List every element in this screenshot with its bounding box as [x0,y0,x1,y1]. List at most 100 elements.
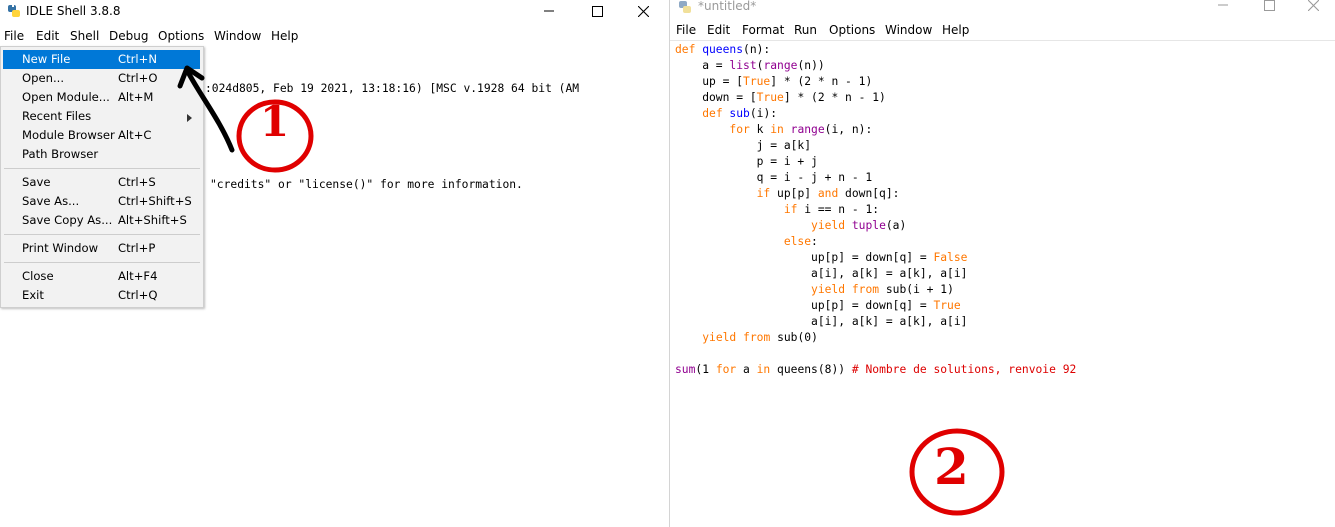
code-token: sub [722,107,750,120]
shell-titlebar[interactable]: IDLE Shell 3.8.8 [0,0,662,22]
menu-item-print-window[interactable]: Print Window Ctrl+P [3,239,200,258]
code-token: True [743,75,771,88]
menu-item-shortcut: Alt+Shift+S [118,213,187,227]
code-line: p = i + j [675,154,1076,170]
close-icon [637,5,649,17]
menu-file[interactable]: File [4,29,24,43]
code-token: : [811,235,818,248]
minimize-button[interactable] [1200,0,1246,16]
menu-options[interactable]: Options [829,23,875,37]
code-token: sum [675,363,696,376]
code-token: a [736,363,757,376]
menu-item-shortcut: Ctrl+Q [118,288,158,302]
menu-window[interactable]: Window [214,29,261,43]
code-line: if up[p] and down[q]: [675,186,1076,202]
code-token: yield [811,283,846,296]
code-line: def queens(n): [675,42,1076,58]
menu-window[interactable]: Window [885,23,932,37]
code-line: else: [675,234,1076,250]
close-icon [1307,0,1319,11]
code-line: yield from sub(0) [675,330,1076,346]
idle-shell-window: IDLE Shell 3.8.8 File Edit Shell Debug O… [0,0,662,527]
menu-item-label: Open... [22,71,65,85]
code-token: tuple [851,219,886,232]
vertical-scrollbar[interactable] [1326,42,1335,527]
code-line: yield from sub(i + 1) [675,282,1076,298]
annotation-label-2: 2 [934,437,969,496]
menu-item-shortcut: Ctrl+P [118,241,156,255]
menu-file[interactable]: File [676,23,696,37]
code-token: (i): [749,107,778,120]
menu-shell[interactable]: Shell [70,29,99,43]
menu-format[interactable]: Format [742,23,784,37]
code-token: from [851,283,880,296]
code-token: a[i], a[k] = a[k], a[i] [675,315,968,328]
python-icon [8,5,20,17]
menu-edit[interactable]: Edit [36,29,59,43]
menu-run[interactable]: Run [794,23,817,37]
menu-help[interactable]: Help [942,23,969,37]
menu-help[interactable]: Help [271,29,298,43]
code-line: def sub(i): [675,106,1076,122]
code-line: yield tuple(a) [675,218,1076,234]
maximize-icon [591,5,603,17]
menu-item-close[interactable]: Close Alt+F4 [3,267,200,286]
editor-menubar: File Edit Format Run Options Window Help [670,21,1335,41]
code-token: a[i], a[k] = a[k], a[i] [675,267,968,280]
code-line: down = [True] * (2 * n - 1) [675,90,1076,106]
code-line: up = [True] * (2 * n - 1) [675,74,1076,90]
menu-item-save-copy-as[interactable]: Save Copy As... Alt+Shift+S [3,211,200,230]
editor-window: *untitled* File Edit Format Run Options … [669,0,1335,527]
code-token: for [729,123,750,136]
code-token: up[p] [770,187,818,200]
code-line: up[p] = down[q] = False [675,250,1076,266]
menu-item-exit[interactable]: Exit Ctrl+Q [3,286,200,305]
code-token: False [933,251,968,264]
menu-item-label: New File [22,52,71,66]
code-line: q = i - j + n - 1 [675,170,1076,186]
maximize-button[interactable] [574,0,620,22]
code-line: ​ [675,346,1076,362]
menu-debug[interactable]: Debug [109,29,148,43]
code-line: a = list(range(n)) [675,58,1076,74]
editor-titlebar[interactable]: *untitled* [670,0,1335,22]
code-token: queens(8)) [770,363,852,376]
menu-edit[interactable]: Edit [707,23,730,37]
code-line: a[i], a[k] = a[k], a[i] [675,266,1076,282]
menu-item-label: Recent Files [22,109,92,123]
code-token: True [933,299,961,312]
code-token: ] * (2 * n - 1) [783,91,886,104]
close-button[interactable] [620,0,666,22]
code-token: (a) [885,219,907,232]
code-line: up[p] = down[q] = True [675,298,1076,314]
menu-item-shortcut: Ctrl+N [118,52,158,66]
close-button[interactable] [1290,0,1335,16]
annotation-arrow-1 [177,65,314,173]
minimize-button[interactable] [526,0,572,22]
code-token: range [763,59,798,72]
menu-options[interactable]: Options [158,29,204,43]
menu-item-shortcut: Alt+F4 [118,269,158,283]
code-line: j = a[k] [675,138,1076,154]
maximize-button[interactable] [1246,0,1292,16]
annotation-label-1: 1 [260,97,290,146]
code-token: def [702,107,723,120]
code-token: (1 [695,363,716,376]
code-token: for [715,363,737,376]
menu-item-save-as[interactable]: Save As... Ctrl+Shift+S [3,192,200,211]
code-token: yield [811,219,846,232]
menu-separator [4,262,200,263]
code-editor[interactable]: def queens(n): a = list(range(n)) up = [… [675,42,1076,378]
code-token: def [675,43,696,56]
menu-item-label: Print Window [22,241,99,255]
code-token: from [743,331,771,344]
